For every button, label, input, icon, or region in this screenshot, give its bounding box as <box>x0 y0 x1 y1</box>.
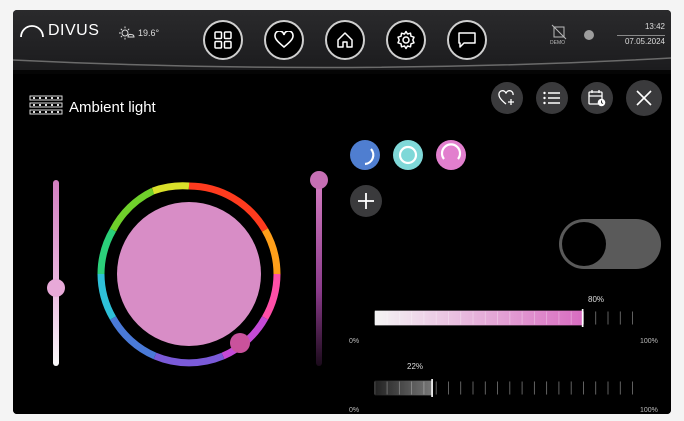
schedule-button[interactable] <box>581 82 613 114</box>
list-icon <box>543 91 560 105</box>
brand-name: DIVUS <box>48 22 100 39</box>
brand-logo: DIVUS <box>19 22 99 40</box>
saturation-slider-handle[interactable] <box>310 171 328 189</box>
clock-date: 07.05.2024 <box>617 35 665 46</box>
temperature-value: 19.6° <box>138 28 160 38</box>
level-bar-2-max: 100% <box>640 407 658 414</box>
grid-icon <box>214 31 232 49</box>
schedule-icon <box>588 90 606 107</box>
app-window: DIVUS 19.6° DEMO 13:42 07.05.2024 Ambien… <box>13 10 671 414</box>
add-preset-button[interactable] <box>350 185 382 217</box>
level-bar-2[interactable] <box>346 379 663 397</box>
nav-apps-button[interactable] <box>203 20 243 60</box>
device-title: Ambient light <box>69 99 156 116</box>
nav-messages-button[interactable] <box>447 20 487 60</box>
nav-home-button[interactable] <box>325 20 365 60</box>
divus-arc-icon <box>20 25 44 38</box>
level-bar-1-value: 80% <box>588 295 605 304</box>
level-bar-1-max: 100% <box>640 338 658 345</box>
nav-favorites-button[interactable] <box>264 20 304 60</box>
led-strip-icon <box>29 95 63 115</box>
level-bar-1-min: 0% <box>349 338 360 345</box>
heart-icon <box>274 31 294 49</box>
close-icon <box>636 90 652 106</box>
preset-ring-icon <box>398 145 418 165</box>
color-wheel-handle[interactable] <box>230 333 250 353</box>
top-bar: DIVUS 19.6° DEMO 13:42 07.05.2024 <box>13 10 671 70</box>
gear-icon <box>397 30 415 50</box>
chat-icon <box>458 32 476 48</box>
house-icon <box>337 32 353 48</box>
brightness-slider[interactable] <box>43 177 69 369</box>
level-bar-2-min: 0% <box>349 407 360 414</box>
preset-ring-icon <box>364 148 375 166</box>
preset-ring-icon <box>440 143 462 160</box>
demo-label: DEMO <box>550 40 565 46</box>
add-favorite-button[interactable] <box>491 82 523 114</box>
level-bar-2-value: 22% <box>407 362 424 371</box>
power-toggle-knob <box>562 222 606 266</box>
brightness-slider-handle[interactable] <box>47 278 65 297</box>
power-toggle[interactable] <box>559 219 661 269</box>
color-preset-1[interactable] <box>350 140 380 170</box>
connection-status-indicator <box>584 30 594 40</box>
weather-widget[interactable]: 19.6° <box>119 26 159 40</box>
clock-time: 13:42 <box>644 22 665 31</box>
color-preset-3[interactable] <box>436 140 466 170</box>
color-wheel[interactable] <box>93 178 285 370</box>
current-color-preview <box>117 202 261 346</box>
heart-plus-icon <box>498 90 514 105</box>
list-view-button[interactable] <box>536 82 568 114</box>
saturation-slider[interactable] <box>308 170 330 370</box>
nav-settings-button[interactable] <box>386 20 426 60</box>
partly-sunny-icon <box>119 26 135 40</box>
level-bar-1[interactable] <box>346 309 663 327</box>
color-preset-2[interactable] <box>393 140 423 170</box>
plus-icon <box>358 193 374 209</box>
close-button[interactable] <box>626 80 662 116</box>
